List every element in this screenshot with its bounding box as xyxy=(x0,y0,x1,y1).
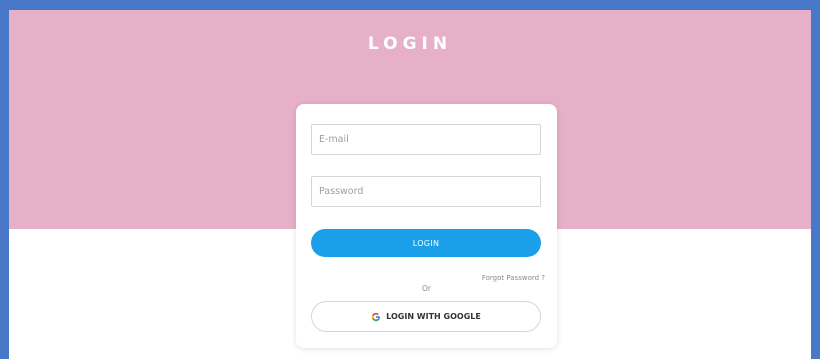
google-icon xyxy=(371,312,381,322)
google-button-label: LOGIN WITH GOOGLE xyxy=(386,312,481,321)
or-divider-text: Or xyxy=(422,284,431,293)
forgot-password-link[interactable]: Forgot Password ? xyxy=(482,274,545,282)
email-input[interactable] xyxy=(311,124,541,155)
login-button[interactable]: LOGIN xyxy=(311,229,541,257)
login-with-google-button[interactable]: LOGIN WITH GOOGLE xyxy=(311,301,541,332)
page-title: LOGIN xyxy=(367,34,453,54)
login-page: LOGIN LOGIN Forgot Password ? Or LOGIN W… xyxy=(6,7,814,359)
password-input[interactable] xyxy=(311,176,541,207)
login-card: LOGIN Forgot Password ? Or LOGIN WITH GO… xyxy=(296,104,557,348)
